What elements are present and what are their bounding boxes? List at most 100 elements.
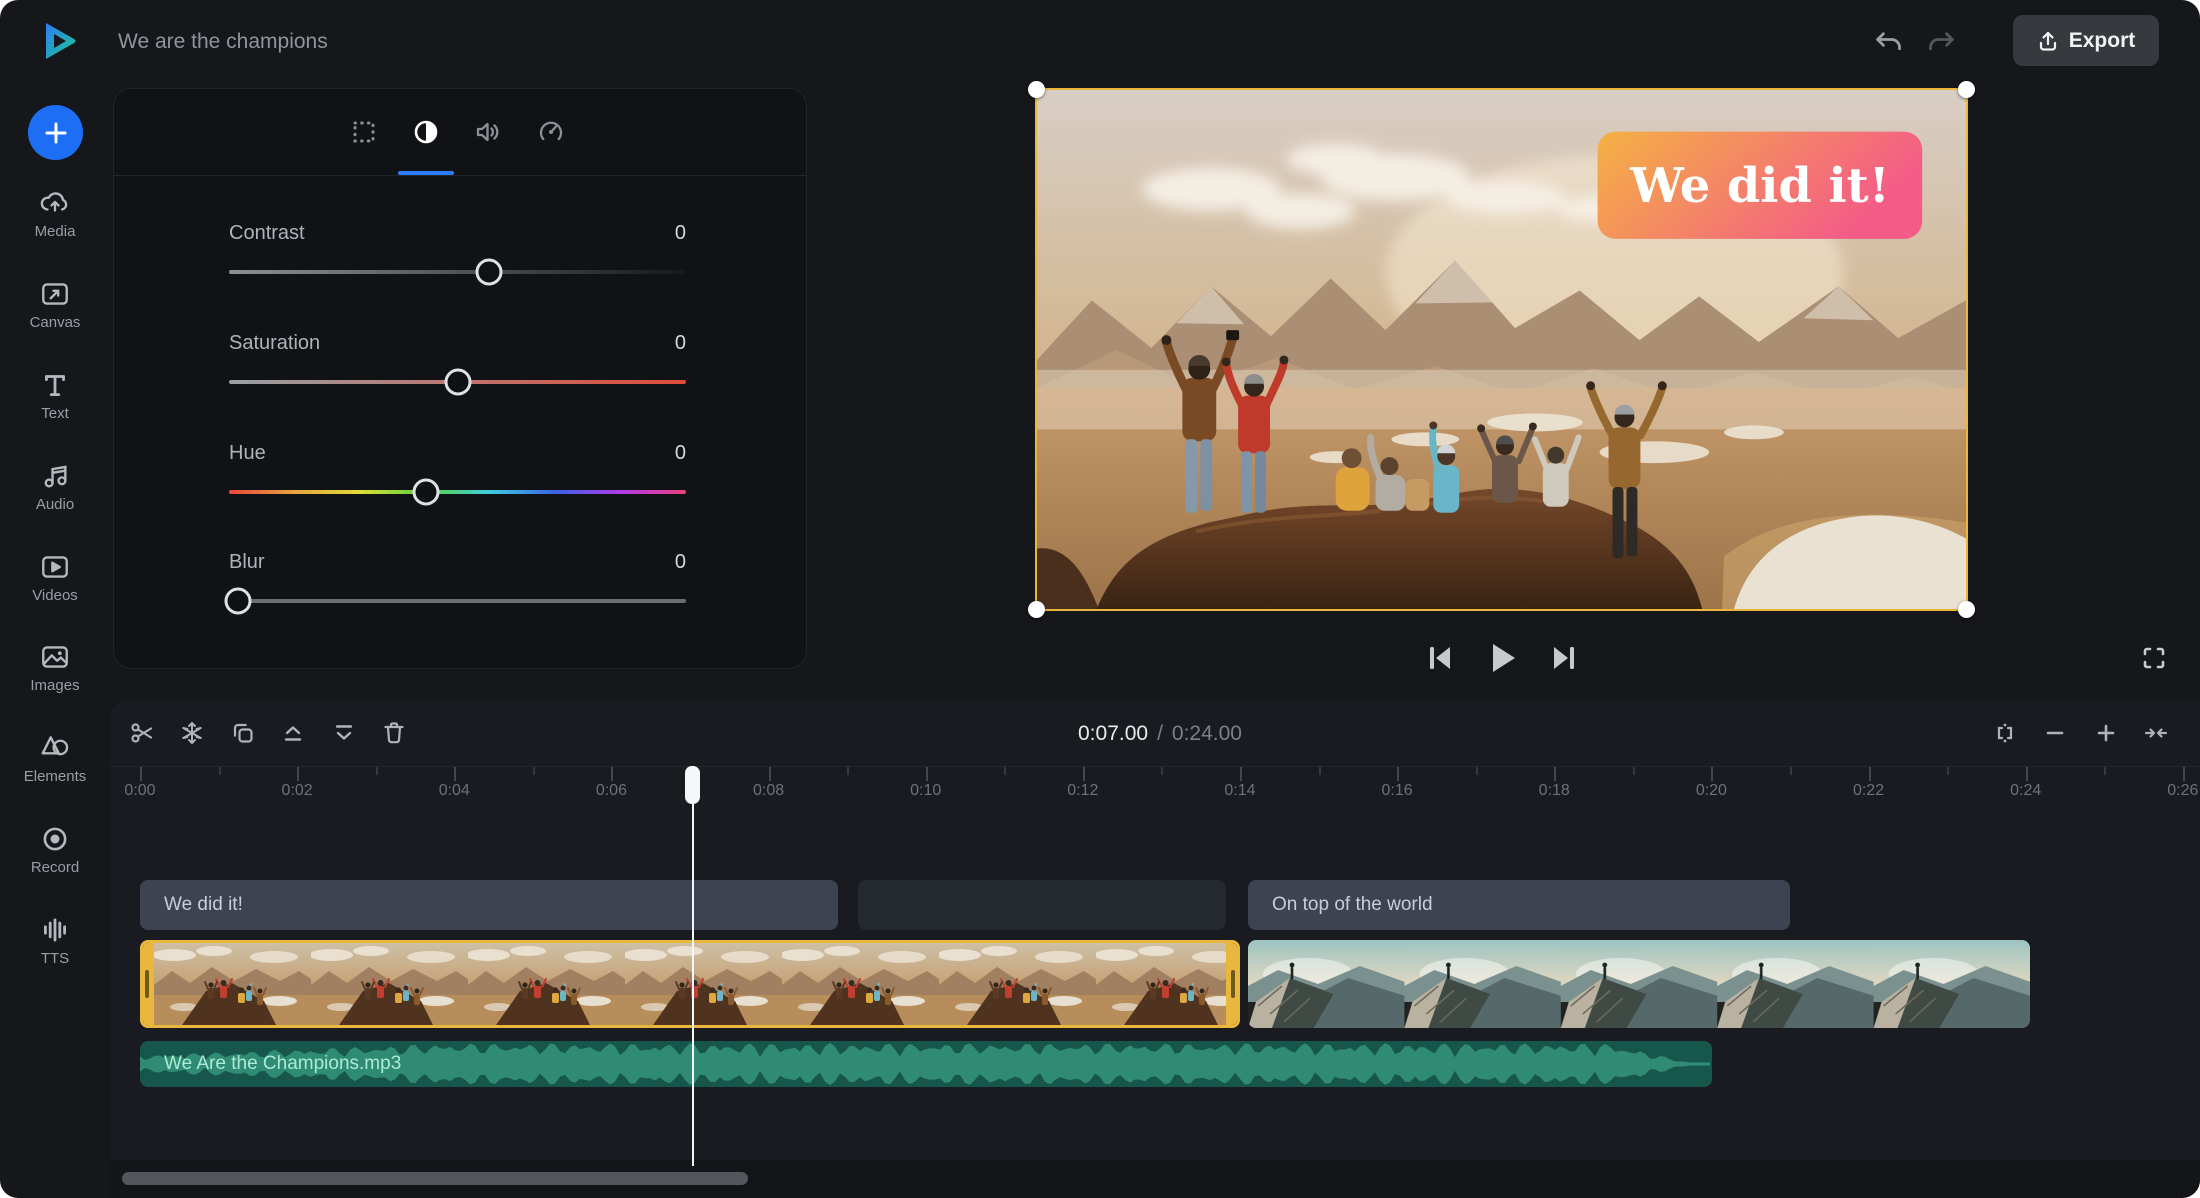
ruler-minor-tick [1319, 767, 1321, 775]
slider-value: 0 [675, 332, 686, 355]
hue-thumb[interactable] [412, 479, 439, 506]
text-t-icon [39, 369, 71, 401]
ruler-minor-tick [1476, 767, 1478, 775]
slider-label: Hue [229, 442, 266, 465]
zoom-out-button[interactable] [2042, 720, 2068, 746]
ruler-time-label: 0:04 [414, 782, 494, 800]
chevron-down-line-icon [331, 720, 357, 746]
tab-audio[interactable] [463, 107, 513, 157]
sidebar-item-label: Record [31, 859, 79, 876]
freeze-button[interactable] [179, 720, 205, 746]
skip-forward-icon [1549, 642, 1579, 674]
tab-adjust-colors[interactable] [401, 107, 451, 157]
ruler-minor-tick [1004, 767, 1006, 775]
video-clip-2[interactable] [1248, 940, 2030, 1028]
active-tab-indicator [398, 171, 454, 175]
resize-handle-top-left[interactable] [1028, 81, 1045, 98]
tab-speed[interactable] [526, 107, 576, 157]
ruler-major-tick [1711, 767, 1713, 781]
sidebar-item-media[interactable]: Media [0, 187, 110, 253]
resize-handle-bottom-right[interactable] [1958, 601, 1975, 618]
app-window: We are the champions Export Media Canvas [0, 0, 2200, 1198]
slider-contrast: Contrast 0 [229, 222, 686, 292]
resize-handle-bottom-left[interactable] [1028, 601, 1045, 618]
sidebar-item-label: Videos [32, 587, 78, 604]
sidebar-item-images[interactable]: Images [0, 641, 110, 707]
zoom-in-button[interactable] [2093, 720, 2119, 746]
split-button[interactable] [129, 720, 155, 746]
zoom-to-fit-button[interactable] [2143, 720, 2169, 746]
hue-track[interactable] [229, 490, 686, 494]
plus-icon [42, 119, 70, 147]
contrast-icon [411, 117, 441, 147]
sidebar-item-videos[interactable]: Videos [0, 551, 110, 617]
skip-back-button[interactable] [1425, 642, 1455, 674]
snapping-toggle[interactable] [1992, 720, 2018, 746]
trim-handle-right[interactable] [1226, 943, 1240, 1025]
text-clip-we-did-it[interactable]: We did it! [140, 880, 838, 930]
scissors-icon [129, 720, 155, 746]
timeline-ruler[interactable]: 0:000:020:040:060:080:100:120:140:160:18… [110, 766, 2200, 811]
delete-button[interactable] [381, 720, 407, 746]
playhead-handle[interactable] [685, 766, 700, 804]
video-preview[interactable]: We did it! [1035, 88, 1968, 611]
blur-track[interactable] [229, 599, 686, 603]
slider-label: Saturation [229, 332, 320, 355]
ruler-time-label: 0:00 [110, 782, 180, 800]
panel-tabs [114, 89, 806, 176]
ruler-major-tick [611, 767, 613, 781]
ruler-minor-tick [1947, 767, 1949, 775]
slider-label: Blur [229, 551, 265, 574]
ruler-major-tick [454, 767, 456, 781]
timeline-scrollbar-thumb[interactable] [122, 1172, 748, 1185]
sidebar-item-text[interactable]: Text [0, 369, 110, 435]
audio-clip[interactable]: We Are the Champions.mp3 [140, 1041, 1712, 1087]
sidebar-item-label: Text [41, 405, 69, 422]
image-icon [39, 641, 71, 673]
contrast-track[interactable] [229, 270, 686, 274]
sidebar-item-record[interactable]: Record [0, 823, 110, 889]
sidebar-item-tts[interactable]: TTS [0, 914, 110, 980]
saturation-track[interactable] [229, 380, 686, 384]
text-clip-empty[interactable] [858, 880, 1226, 930]
text-clip-on-top-of-the-world[interactable]: On top of the world [1248, 880, 1790, 930]
fullscreen-button[interactable] [2140, 644, 2168, 672]
add-media-button[interactable] [28, 105, 83, 160]
saturation-thumb[interactable] [444, 369, 471, 396]
blur-thumb[interactable] [225, 588, 252, 615]
duplicate-button[interactable] [230, 720, 256, 746]
text-overlay-badge: We did it! [1598, 132, 1923, 239]
slider-value: 0 [675, 442, 686, 465]
ruler-minor-tick [2104, 767, 2106, 775]
ruler-major-tick [1554, 767, 1556, 781]
undo-button[interactable] [1871, 26, 1905, 60]
skip-forward-button[interactable] [1549, 642, 1579, 674]
export-label: Export [2069, 29, 2136, 53]
ruler-time-label: 0:14 [1200, 782, 1280, 800]
export-button[interactable]: Export [2013, 15, 2159, 66]
project-title[interactable]: We are the champions [118, 30, 328, 54]
resize-handle-top-right[interactable] [1958, 81, 1975, 98]
sidebar-item-elements[interactable]: Elements [0, 732, 110, 798]
contrast-thumb[interactable] [476, 259, 503, 286]
video-clip-1[interactable] [140, 940, 1240, 1028]
slider-hue: Hue 0 [229, 442, 686, 512]
move-down-button[interactable] [331, 720, 357, 746]
clip-label: On top of the world [1272, 894, 1433, 916]
fit-arrows-icon [2143, 720, 2169, 746]
play-button[interactable] [1487, 640, 1519, 676]
preview-frame-image: We did it! [1037, 90, 1966, 609]
sidebar-item-label: Audio [36, 496, 74, 513]
playhead-line [692, 766, 694, 1166]
sidebar-item-audio[interactable]: Audio [0, 460, 110, 526]
redo-button[interactable] [1925, 26, 1959, 60]
move-up-button[interactable] [280, 720, 306, 746]
app-logo[interactable] [36, 17, 84, 65]
ruler-time-label: 0:22 [1829, 782, 1909, 800]
ruler-major-tick [2026, 767, 2028, 781]
overlay-text: We did it! [1629, 158, 1890, 214]
tab-layout[interactable] [339, 107, 389, 157]
slider-value: 0 [675, 551, 686, 574]
sidebar-item-canvas[interactable]: Canvas [0, 278, 110, 344]
trim-handle-left[interactable] [140, 943, 154, 1025]
